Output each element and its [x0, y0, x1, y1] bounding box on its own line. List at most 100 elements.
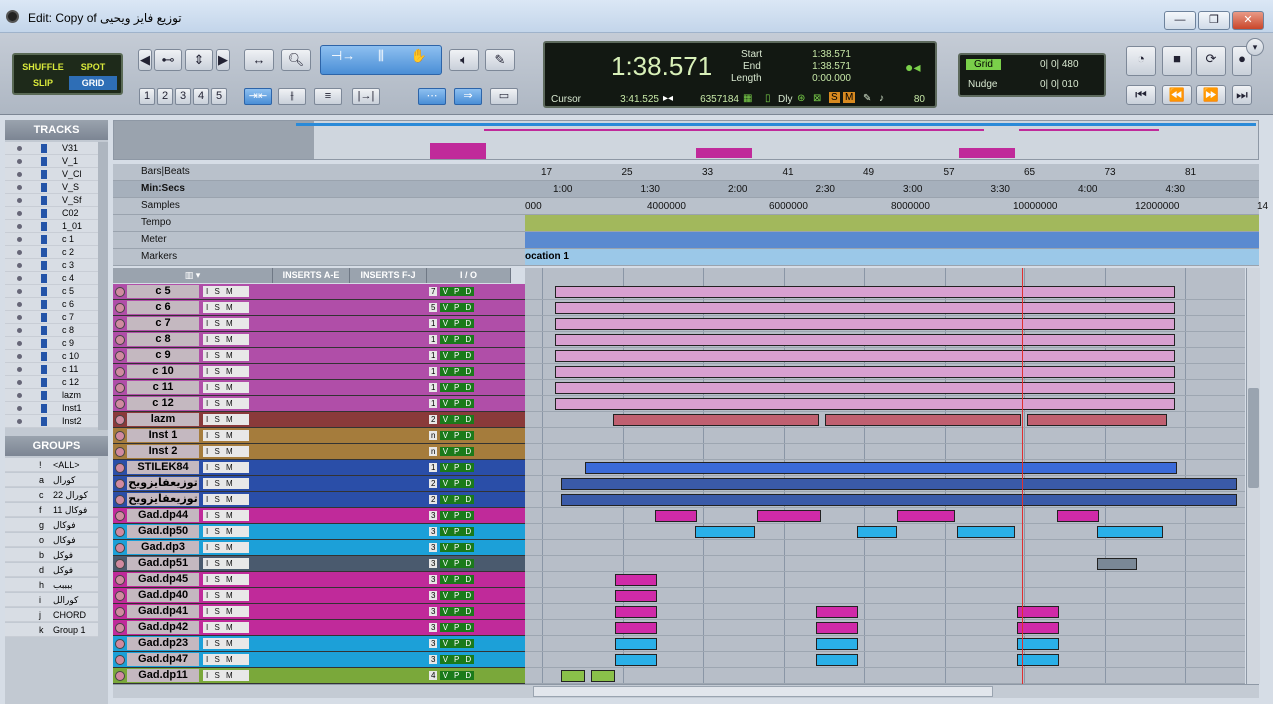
- voice-button[interactable]: V: [439, 383, 452, 392]
- voice-button[interactable]: V: [439, 511, 452, 520]
- toolbar-menu-icon[interactable]: ▾: [1246, 38, 1264, 56]
- track-header[interactable]: Gad.dp3 I S M 3 VPD: [113, 540, 525, 556]
- solo-mute-buttons[interactable]: I S M: [203, 542, 249, 553]
- tracklist-item[interactable]: c 2: [5, 246, 98, 259]
- audio-clip[interactable]: [613, 414, 819, 426]
- solo-mute-buttons[interactable]: I S M: [203, 446, 249, 457]
- loop-play-icon[interactable]: ⟳: [1196, 46, 1226, 76]
- smart-tool-group[interactable]: ⊣→ ⫼ ✋: [320, 45, 442, 75]
- edit-window-timeline[interactable]: [525, 268, 1245, 684]
- playlist-button[interactable]: P: [451, 511, 463, 520]
- playlist-button[interactable]: P: [451, 671, 463, 680]
- voice-button[interactable]: V: [439, 367, 452, 376]
- zoom-preset-3[interactable]: 3: [175, 88, 191, 105]
- zoom-preset-1[interactable]: 1: [139, 88, 155, 105]
- tracklist-item[interactable]: c 7: [5, 311, 98, 324]
- delay-button[interactable]: D: [462, 655, 475, 664]
- solo-mute-buttons[interactable]: I S M: [203, 382, 249, 393]
- playlist-button[interactable]: P: [451, 527, 463, 536]
- io-controls[interactable]: 3 VPD: [429, 606, 507, 617]
- show-hide-dot-icon[interactable]: [17, 211, 22, 216]
- delay-button[interactable]: D: [462, 479, 475, 488]
- track-name[interactable]: c 9: [127, 349, 199, 362]
- track-name[interactable]: c 12: [127, 397, 199, 410]
- tracklist-item[interactable]: c 12: [5, 376, 98, 389]
- track-name[interactable]: Gad.dp45: [127, 573, 199, 586]
- track-lane[interactable]: [525, 332, 1245, 348]
- delay-button[interactable]: D: [462, 303, 475, 312]
- playlist-button[interactable]: P: [451, 495, 463, 504]
- playlist-button[interactable]: P: [451, 559, 463, 568]
- track-lane[interactable]: [525, 460, 1245, 476]
- record-arm-icon[interactable]: [115, 351, 125, 361]
- min-secs-ruler[interactable]: Min:Secs 1:00 1:30 2:00 2:30 3:00 3:30 4:00 4:3…: [113, 181, 1259, 198]
- delay-button[interactable]: D: [462, 335, 475, 344]
- tracklist-item[interactable]: Inst2: [5, 415, 98, 428]
- track-lane[interactable]: [525, 620, 1245, 636]
- solo-mute-buttons[interactable]: I S M: [203, 606, 249, 617]
- vertical-zoom-icon[interactable]: ⇕: [185, 49, 213, 71]
- tracklist-item[interactable]: lazm: [5, 389, 98, 402]
- delay-button[interactable]: D: [462, 447, 475, 456]
- horizontal-scrollbar[interactable]: [113, 684, 1259, 698]
- mirror-midi-icon[interactable]: ⋯: [418, 88, 446, 105]
- audio-clip[interactable]: [555, 350, 1175, 362]
- track-lane[interactable]: [525, 524, 1245, 540]
- track-lane[interactable]: [525, 540, 1245, 556]
- audio-clip[interactable]: [816, 654, 858, 666]
- io-controls[interactable]: 1 VPD: [429, 462, 507, 473]
- playlist-button[interactable]: P: [451, 351, 463, 360]
- delay-button[interactable]: D: [462, 511, 475, 520]
- bars-beats-ruler[interactable]: Bars|Beats 17 25 33 41 49 57 65 73 81: [113, 164, 1259, 181]
- tracklist-item[interactable]: c 9: [5, 337, 98, 350]
- playlist-button[interactable]: P: [451, 543, 463, 552]
- record-arm-icon[interactable]: [115, 559, 125, 569]
- midi-merge-icon[interactable]: ▦: [743, 93, 752, 104]
- vertical-scroll-thumb[interactable]: [1248, 388, 1259, 488]
- voice-button[interactable]: V: [439, 655, 452, 664]
- playlist-button[interactable]: P: [451, 591, 463, 600]
- io-controls[interactable]: 4 VPD: [429, 670, 507, 681]
- tempo-ruler[interactable]: Tempo: [113, 215, 1259, 232]
- voice-button[interactable]: V: [439, 575, 452, 584]
- audio-clip[interactable]: [591, 670, 615, 682]
- rewind-icon[interactable]: ⏪: [1162, 85, 1192, 105]
- audio-clip[interactable]: [561, 670, 585, 682]
- track-header[interactable]: c 7 I S M 1 VPD: [113, 316, 525, 332]
- track-name[interactable]: Gad.dp42: [127, 621, 199, 634]
- tracklist-item[interactable]: V_S: [5, 181, 98, 194]
- audio-clip[interactable]: [1057, 510, 1099, 522]
- zoomer-tool-icon[interactable]: ↔: [244, 49, 274, 71]
- delay-button[interactable]: D: [462, 495, 475, 504]
- delay-button[interactable]: D: [462, 463, 475, 472]
- pencil-tool-icon[interactable]: ✎: [485, 49, 515, 71]
- solo-mute-buttons[interactable]: I S M: [203, 430, 249, 441]
- delay-button[interactable]: D: [462, 607, 475, 616]
- zoom-right-icon[interactable]: ▶: [216, 49, 230, 71]
- playlist-button[interactable]: P: [451, 287, 463, 296]
- track-lane[interactable]: [525, 572, 1245, 588]
- grabber-tool-icon[interactable]: ✋: [400, 46, 438, 66]
- track-header[interactable]: STILEK84 I S M 1 VPD: [113, 460, 525, 476]
- show-hide-dot-icon[interactable]: [17, 146, 22, 151]
- delay-button[interactable]: D: [462, 575, 475, 584]
- io-controls[interactable]: 2 VPD: [429, 494, 507, 505]
- track-name[interactable]: توزیعفایزویح: [127, 477, 199, 490]
- nudge-label[interactable]: Nudge: [968, 79, 997, 90]
- io-controls[interactable]: 3 VPD: [429, 510, 507, 521]
- track-lane[interactable]: [525, 668, 1245, 684]
- record-arm-icon[interactable]: [115, 367, 125, 377]
- audio-clip[interactable]: [615, 590, 657, 602]
- markers-ruler[interactable]: Markers ocation 1: [113, 249, 1259, 266]
- main-time-display[interactable]: 1:38.571: [611, 51, 712, 82]
- group-item[interactable]: j CHORD: [5, 608, 98, 622]
- solo-mute-buttons[interactable]: I S M: [203, 590, 249, 601]
- show-hide-dot-icon[interactable]: [17, 263, 22, 268]
- audio-clip[interactable]: [897, 510, 955, 522]
- maximize-button[interactable]: ❐: [1198, 11, 1230, 30]
- voice-button[interactable]: V: [439, 607, 452, 616]
- track-lane[interactable]: [525, 476, 1245, 492]
- audio-clip[interactable]: [816, 638, 858, 650]
- voice-button[interactable]: V: [439, 351, 452, 360]
- end-value[interactable]: 1:38.571: [795, 61, 851, 72]
